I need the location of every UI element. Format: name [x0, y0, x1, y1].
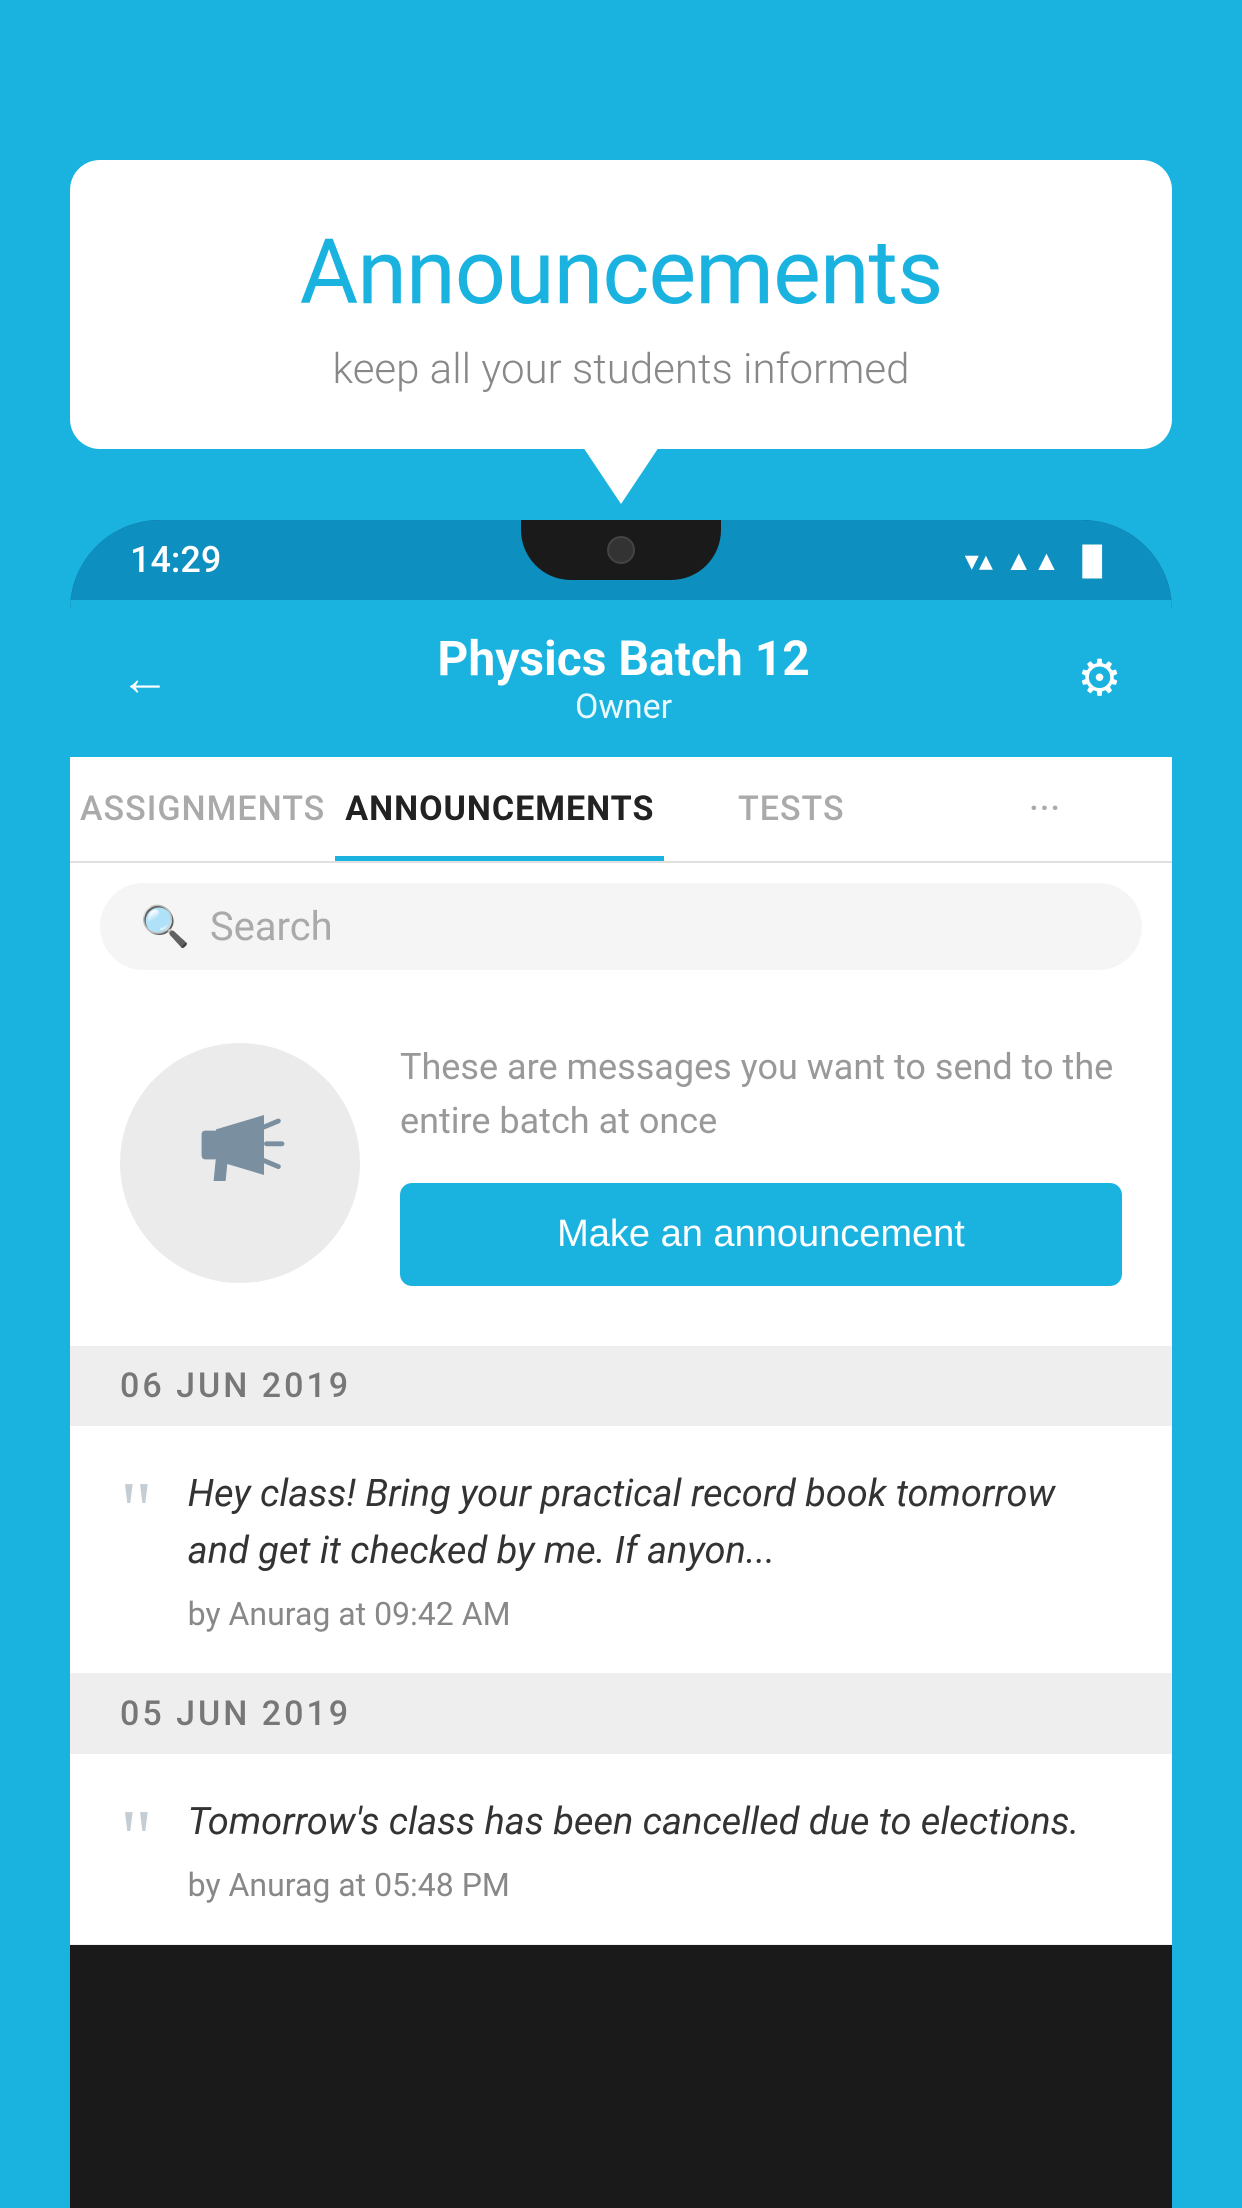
app-header: ← Physics Batch 12 Owner ⚙ — [70, 600, 1172, 757]
announcement-item-2[interactable]: " Tomorrow's class has been cancelled du… — [70, 1754, 1172, 1945]
search-bar[interactable]: 🔍 Search — [100, 883, 1142, 970]
speech-bubble: Announcements keep all your students inf… — [70, 160, 1172, 449]
empty-state-section: These are messages you want to send to t… — [70, 990, 1172, 1346]
announcement-text-2: Tomorrow's class has been cancelled due … — [188, 1794, 1122, 1851]
announcement-content-1: Hey class! Bring your practical record b… — [188, 1466, 1122, 1633]
announcement-content-2: Tomorrow's class has been cancelled due … — [188, 1794, 1122, 1904]
make-announcement-button[interactable]: Make an announcement — [400, 1183, 1122, 1286]
bubble-subtitle: keep all your students informed — [130, 345, 1112, 394]
back-button[interactable]: ← — [120, 649, 170, 708]
announcement-item-1[interactable]: " Hey class! Bring your practical record… — [70, 1426, 1172, 1674]
settings-button[interactable]: ⚙ — [1077, 649, 1122, 708]
search-icon: 🔍 — [140, 903, 190, 950]
battery-icon: ▐▌ — [1072, 544, 1112, 577]
quote-icon-1: " — [120, 1471, 153, 1551]
status-bar: 14:29 ▾▴ ▲▲ ▐▌ — [70, 520, 1172, 600]
signal-icon: ▲▲ — [1005, 544, 1060, 577]
header-center: Physics Batch 12 Owner — [437, 630, 809, 727]
tab-more[interactable]: ··· — [918, 757, 1172, 861]
search-placeholder: Search — [210, 903, 333, 950]
announcement-author-1: by Anurag at 09:42 AM — [188, 1595, 1122, 1633]
speech-bubble-section: Announcements keep all your students inf… — [70, 160, 1172, 449]
status-icons: ▾▴ ▲▲ ▐▌ — [965, 544, 1112, 577]
date-label-2: 05 JUN 2019 — [120, 1694, 351, 1734]
bubble-title: Announcements — [130, 220, 1112, 325]
announcement-text-1: Hey class! Bring your practical record b… — [188, 1466, 1122, 1580]
tab-tests[interactable]: TESTS — [664, 757, 918, 861]
empty-state-description: These are messages you want to send to t… — [400, 1040, 1122, 1148]
phone-container: 14:29 ▾▴ ▲▲ ▐▌ ← Physics Batch 12 Owner … — [70, 520, 1172, 2208]
announcement-icon-circle — [120, 1043, 360, 1283]
batch-name: Physics Batch 12 — [437, 630, 809, 687]
search-container: 🔍 Search — [70, 863, 1172, 990]
date-section-1: 06 JUN 2019 — [70, 1346, 1172, 1426]
megaphone-icon — [180, 1091, 300, 1236]
tab-assignments[interactable]: ASSIGNMENTS — [70, 757, 335, 861]
date-label-1: 06 JUN 2019 — [120, 1366, 351, 1406]
announcement-author-2: by Anurag at 05:48 PM — [188, 1866, 1122, 1904]
batch-role: Owner — [437, 687, 809, 727]
tab-announcements[interactable]: ANNOUNCEMENTS — [335, 757, 664, 861]
camera-dot — [607, 536, 635, 564]
wifi-icon: ▾▴ — [965, 544, 993, 577]
phone-notch — [521, 520, 721, 580]
status-time: 14:29 — [130, 539, 221, 581]
quote-icon-2: " — [120, 1799, 153, 1879]
tabs-bar: ASSIGNMENTS ANNOUNCEMENTS TESTS ··· — [70, 757, 1172, 863]
phone-frame: 14:29 ▾▴ ▲▲ ▐▌ ← Physics Batch 12 Owner … — [70, 520, 1172, 2208]
date-section-2: 05 JUN 2019 — [70, 1674, 1172, 1754]
empty-state-right: These are messages you want to send to t… — [400, 1040, 1122, 1286]
